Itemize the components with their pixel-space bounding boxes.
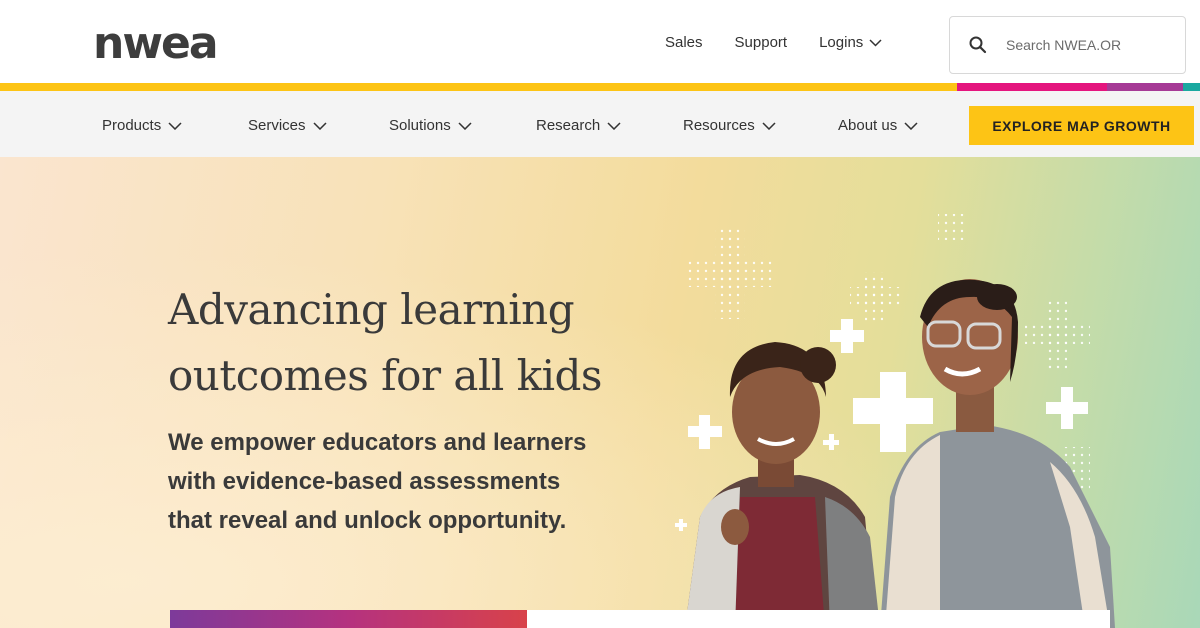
search-box[interactable] — [949, 16, 1186, 74]
dotted-plus-icon — [850, 272, 900, 322]
dotted-square-icon — [938, 214, 964, 240]
feature-card — [527, 610, 1110, 628]
support-link-label: Support — [734, 34, 788, 51]
accent-pink — [957, 83, 1107, 91]
search-input[interactable] — [1006, 37, 1126, 53]
headline-line-2: outcomes for all kids — [168, 351, 602, 400]
logins-dropdown[interactable]: Logins — [819, 34, 882, 52]
chevron-down-icon — [869, 39, 882, 47]
chevron-down-icon — [762, 122, 776, 130]
hero-subhead: We empower educators and learners with e… — [168, 423, 638, 540]
nav-item-resources[interactable]: Resources — [683, 117, 776, 135]
nav-item-label: Solutions — [389, 117, 451, 134]
search-icon[interactable] — [968, 35, 988, 55]
sales-link[interactable]: Sales — [665, 34, 703, 52]
nav-item-label: About us — [838, 117, 898, 134]
student-left — [685, 342, 880, 628]
nav-item-label: Services — [248, 117, 306, 134]
hero-section: Advancing learning outcomes for all kids… — [0, 157, 1200, 628]
logins-label: Logins — [819, 34, 864, 51]
chevron-down-icon — [168, 122, 182, 130]
feature-card-gradient — [170, 610, 527, 628]
nav-item-label: Products — [102, 117, 162, 134]
chevron-down-icon — [607, 122, 621, 130]
plus-icon — [823, 434, 839, 450]
accent-yellow — [0, 83, 957, 91]
dotted-plus-icon — [1025, 299, 1090, 369]
plus-icon — [853, 372, 933, 452]
support-link[interactable]: Support — [735, 34, 788, 52]
utility-nav: Sales Support Logins — [665, 34, 914, 52]
dotted-plus-icon — [684, 227, 776, 319]
nav-item-label: Research — [536, 117, 601, 134]
accent-purple — [1107, 83, 1183, 91]
top-header: nwea Sales Support Logins — [0, 0, 1200, 83]
subhead-line-1: We empower educators and learners — [168, 429, 587, 456]
nav-item-label: Resources — [683, 117, 755, 134]
subhead-line-3: that reveal and unlock opportunity. — [168, 507, 567, 534]
nav-item-solutions[interactable]: Solutions — [389, 117, 472, 135]
students-photo — [675, 214, 1115, 628]
nav-item-products[interactable]: Products — [102, 117, 182, 135]
nav-item-services[interactable]: Services — [248, 117, 327, 135]
plus-icon — [1046, 387, 1088, 429]
headline-line-1: Advancing learning — [168, 285, 575, 334]
chevron-down-icon — [313, 122, 327, 130]
sales-link-label: Sales — [665, 34, 703, 51]
nav-item-research[interactable]: Research — [536, 117, 621, 135]
chevron-down-icon — [904, 122, 918, 130]
plus-icon — [675, 519, 687, 531]
chevron-down-icon — [458, 122, 472, 130]
subhead-line-2: with evidence-based assessments — [168, 468, 561, 495]
plus-icon — [830, 319, 864, 353]
nwea-logo[interactable]: nwea — [93, 24, 237, 64]
main-nav: Products Services Solutions Research Res… — [0, 91, 1200, 157]
svg-text:nwea: nwea — [93, 24, 217, 64]
plus-icon — [688, 415, 722, 449]
hero-headline: Advancing learning outcomes for all kids — [168, 277, 648, 409]
accent-bar — [0, 83, 1200, 91]
accent-teal — [1183, 83, 1200, 91]
explore-map-growth-button[interactable]: EXPLORE MAP GROWTH — [969, 106, 1194, 145]
nav-item-about-us[interactable]: About us — [838, 117, 918, 135]
